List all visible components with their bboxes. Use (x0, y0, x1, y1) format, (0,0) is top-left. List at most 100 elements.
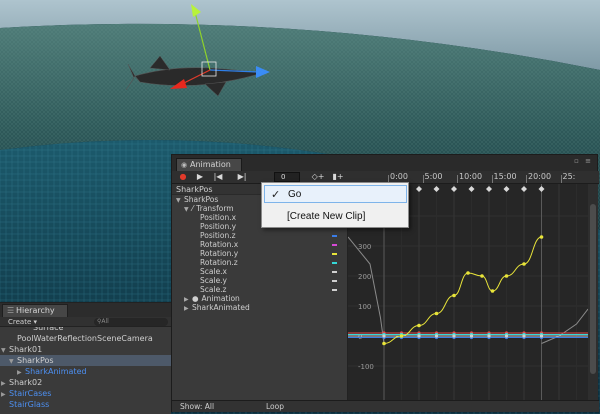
keyframe-point (399, 334, 404, 338)
hierarchy-row-label: Surface (33, 327, 64, 332)
property-row[interactable]: ▶ SharkAnimated (172, 303, 347, 312)
record-button[interactable]: ● (178, 171, 188, 183)
frame-field[interactable]: 0 (274, 172, 300, 182)
property-label: Rotation.y (200, 249, 239, 258)
y-axis-label: -100 (358, 363, 374, 371)
tab-animation[interactable]: ◉ Animation (176, 158, 242, 171)
property-label: Rotation.x (200, 240, 239, 249)
keyframe-point (522, 262, 526, 266)
curve-color-swatch (332, 244, 337, 246)
property-label: Scale.x (200, 267, 228, 276)
property-label: Transform (196, 204, 234, 213)
ruler-label: 25: (562, 172, 576, 181)
hierarchy-row-label: StairCases (9, 389, 52, 398)
search-placeholder: All (101, 318, 109, 325)
property-row[interactable]: Scale.x (172, 267, 347, 276)
hierarchy-row[interactable]: PoolWaterReflectionSceneCamera (0, 333, 171, 344)
keyframe-diamond (521, 186, 527, 192)
play-button[interactable]: ▶ (194, 171, 206, 183)
y-axis-label: 200 (358, 273, 371, 281)
wrap-mode-dropdown[interactable]: Loop (266, 401, 284, 413)
scrollbar-thumb[interactable] (590, 204, 596, 374)
transform-icon: ⁄ (192, 204, 194, 213)
keyframe-point (522, 334, 526, 338)
property-label: Scale.z (200, 285, 227, 294)
keyframe-point (417, 334, 421, 338)
hierarchy-row[interactable]: ▼ Shark01 (0, 344, 171, 355)
keyframe-point (539, 235, 544, 239)
curve-color-swatch (332, 253, 337, 255)
hierarchy-row[interactable]: ▶ SharkAnimated (0, 366, 171, 377)
ruler-label: 10:00 (459, 172, 483, 181)
show-filter-dropdown[interactable]: Show: All (180, 401, 214, 413)
animation-bottom-bar: Show: All Loop (172, 400, 599, 412)
property-row[interactable]: Position.z (172, 231, 347, 240)
ruler-tick (457, 175, 458, 183)
property-row[interactable]: Scale.z (172, 285, 347, 294)
property-label: Position.y (200, 222, 237, 231)
hierarchy-row-label: StairGlass (9, 400, 50, 409)
keyframe-point (469, 334, 474, 338)
tab-hierarchy[interactable]: ☰ Hierarchy (2, 304, 68, 317)
timeline-ruler[interactable]: 0:00 5:00 10:00 15:00 20:00 25: (386, 171, 598, 183)
keyframe-point (434, 334, 439, 338)
keyframe-point (452, 334, 456, 338)
ruler-tick (560, 175, 562, 183)
ruler-label: 15:00 (493, 172, 517, 181)
property-row[interactable]: Scale.y (172, 276, 347, 285)
hierarchy-row[interactable]: ▶ Shark02 (0, 377, 171, 388)
ruler-label: 5:00 (424, 172, 443, 181)
circle-icon: ● (192, 294, 199, 303)
keyframe-point (480, 274, 484, 278)
hierarchy-row[interactable]: StairGlass (0, 399, 171, 410)
search-input[interactable]: ⚲All (94, 318, 168, 326)
curve-color-swatch (332, 271, 337, 273)
keyframe-point (434, 311, 439, 316)
curve-pre-infinity (348, 236, 385, 344)
expand-arrow-icon[interactable]: ▶ (184, 304, 192, 313)
menu-item-create-new-clip[interactable]: [Create New Clip] (264, 208, 407, 226)
hierarchy-row-label: Shark01 (9, 345, 43, 354)
property-label: Position.x (200, 213, 237, 222)
hierarchy-row-label: Shark02 (9, 378, 43, 387)
hierarchy-row-label: SharkPos (17, 356, 54, 365)
keyframe-point (452, 293, 456, 298)
hierarchy-row[interactable]: ▶ StairCases (0, 388, 171, 399)
ruler-tick (526, 175, 527, 183)
keyframe-diamond (416, 186, 422, 192)
keyframe-point (466, 271, 470, 275)
vertical-scrollbar[interactable] (588, 184, 598, 400)
keyframe-point (417, 323, 421, 328)
window-options-icon[interactable]: ▫ ≡ (574, 157, 593, 165)
prev-keyframe-button[interactable]: |◀ (212, 171, 224, 183)
property-row[interactable]: ▶ ● Animation (172, 294, 347, 303)
property-row[interactable]: Rotation.x (172, 240, 347, 249)
menu-item-label: Go (288, 189, 302, 200)
keyframe-diamond (486, 186, 492, 192)
animation-icon: ◉ (181, 161, 188, 169)
keyframe-point (382, 334, 386, 338)
hierarchy-row-label: SharkAnimated (25, 367, 87, 376)
keyframe-point (504, 274, 509, 278)
hierarchy-tab-label: Hierarchy (16, 306, 55, 315)
object-name: SharkPos (184, 195, 219, 204)
keyframe-diamond (451, 186, 457, 192)
ruler-tick (491, 175, 493, 183)
keyframe-point (382, 341, 386, 346)
hierarchy-row[interactable]: ▼ SharkPos (0, 355, 171, 366)
keyframe-point (504, 334, 509, 338)
curve-post-infinity (541, 308, 588, 344)
property-row[interactable]: Rotation.y (172, 249, 347, 258)
menu-item-go[interactable]: ✓ Go (264, 185, 407, 203)
list-icon: ☰ (7, 306, 15, 315)
next-keyframe-button[interactable]: ▶| (236, 171, 248, 183)
menu-item-label: [Create New Clip] (287, 211, 366, 222)
animation-tab-label: Animation (190, 160, 231, 169)
hierarchy-tabbar: ☰ Hierarchy (0, 303, 171, 317)
keyframe-point (539, 334, 544, 338)
property-label: Scale.y (200, 276, 228, 285)
curve-color-swatch (332, 262, 337, 264)
create-dropdown[interactable]: Create ▾ (8, 317, 37, 327)
property-row[interactable]: Rotation.z (172, 258, 347, 267)
hierarchy-tree: Surface PoolWaterReflectionSceneCamera ▼ Sh… (0, 327, 171, 414)
